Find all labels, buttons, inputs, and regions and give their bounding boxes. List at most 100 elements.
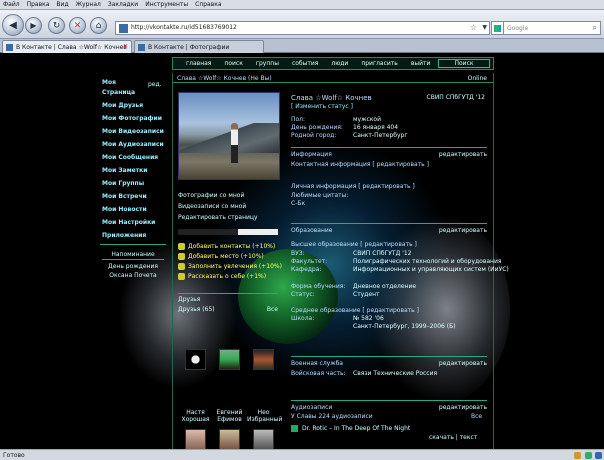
edit-info-link[interactable]: редактировать: [439, 151, 487, 158]
edit-education-link[interactable]: редактировать: [439, 227, 487, 234]
photo-mountains: [179, 123, 279, 153]
addon-icon[interactable]: [574, 452, 581, 459]
bookmark-star-icon[interactable]: ☆: [470, 23, 477, 32]
audio-all-link[interactable]: Все: [471, 413, 482, 420]
friend-name[interactable]: Нео Избранный: [247, 409, 282, 423]
contact-info-row[interactable]: Контактная информация [ редактировать ]: [291, 161, 429, 168]
friends-count[interactable]: Друзья (65): [178, 306, 215, 313]
higher-education-row[interactable]: Высшее образование [ редактировать ]: [291, 241, 417, 248]
audio-track-links[interactable]: скачать | текст: [429, 434, 477, 441]
status-bar: Готово: [0, 449, 604, 460]
sidebar-item-events[interactable]: Мои Встречи: [102, 192, 166, 202]
sidebar-item-my-page[interactable]: Моя Страница: [102, 78, 142, 98]
sidebar-item-apps[interactable]: Приложения: [102, 231, 166, 241]
tab-profile-title: В Контакте | Слава ☆Wolf☆ Кочнев: [16, 43, 127, 51]
menu-bookmarks[interactable]: Закладки: [108, 1, 138, 8]
nav-logout[interactable]: выйти: [411, 60, 431, 67]
reminder-text[interactable]: День рождения Оксана Почета: [102, 262, 164, 280]
rating-progress-bar: [178, 229, 278, 235]
sidebar-item-groups[interactable]: Мои Группы: [102, 179, 166, 189]
play-icon[interactable]: [291, 425, 298, 432]
friends-all-link[interactable]: Все: [267, 306, 278, 313]
search-input[interactable]: Google ⌕: [503, 21, 601, 35]
sidebar-item-settings[interactable]: Мои Настройки: [102, 218, 166, 228]
sidebar-item-messages[interactable]: Мои Сообщения: [102, 153, 166, 163]
videos-with-me-link[interactable]: Видеозаписи со мной: [178, 203, 246, 210]
breadcrumb: Слава ☆Wolf☆ Кочнев (Не Вы): [177, 75, 272, 82]
back-arrow-icon: ◀: [9, 19, 17, 31]
nav-groups[interactable]: группы: [256, 60, 279, 67]
tab-photos[interactable]: В Контакте | Фотографии: [134, 40, 264, 53]
sidebar-item-friends[interactable]: Мои Друзья: [102, 101, 166, 111]
addon-icon[interactable]: [585, 452, 592, 459]
tab-profile[interactable]: В Контакте | Слава ☆Wolf☆ Кочнев ✕: [2, 40, 132, 53]
sidebar-item-photos[interactable]: Мои Фотографии: [102, 114, 166, 124]
site-favicon: [119, 24, 128, 33]
nav-events[interactable]: события: [292, 60, 318, 67]
education-section-header: Образование редактировать: [291, 223, 487, 234]
search-placeholder: Google: [507, 25, 529, 32]
menu-view[interactable]: Вид: [56, 1, 68, 8]
audio-count[interactable]: У Славы 224 аудиозаписи: [291, 413, 373, 420]
site-search-button[interactable]: Поиск: [438, 59, 490, 68]
tab-bar: В Контакте | Слава ☆Wolf☆ Кочнев ✕ В Кон…: [0, 39, 604, 53]
stop-button[interactable]: ✕: [69, 17, 86, 34]
nav-home[interactable]: главная: [186, 60, 211, 67]
friend-avatar[interactable]: [219, 429, 240, 449]
edit-audio-link[interactable]: редактировать: [439, 404, 487, 411]
menu-edit[interactable]: Правка: [27, 1, 50, 8]
audio-track-title: Dr. Rotic – In The Deep Of The Night: [302, 425, 411, 432]
web-page: главная поиск группы события люди пригла…: [0, 54, 604, 449]
menu-history[interactable]: Журнал: [76, 1, 101, 8]
nav-people[interactable]: люди: [331, 60, 348, 67]
plus-icon: [178, 273, 185, 280]
friend-avatar[interactable]: [219, 349, 240, 370]
reload-button[interactable]: ↻: [48, 17, 65, 34]
school-header[interactable]: Среднее образование [ редактировать ]: [291, 307, 419, 314]
back-button[interactable]: ◀: [2, 14, 24, 36]
edit-page-link[interactable]: Редактировать страницу: [178, 214, 258, 221]
photos-with-me-link[interactable]: Фотографии со мной: [178, 192, 244, 199]
tab-favicon: [138, 43, 145, 51]
friend-avatar[interactable]: [185, 429, 206, 449]
rating-item[interactable]: Добавить место (+10%): [178, 253, 264, 260]
friend-avatar[interactable]: [185, 349, 206, 370]
addon-icon[interactable]: [595, 452, 602, 459]
friend-name[interactable]: Настя Хорошая: [179, 409, 212, 423]
friend-avatar[interactable]: [253, 429, 274, 449]
forward-button[interactable]: ▶: [25, 17, 42, 34]
sidebar-edit-link[interactable]: ред.: [148, 81, 162, 88]
nav-search[interactable]: поиск: [224, 60, 242, 67]
rating-item[interactable]: Добавить контакты (+10%): [178, 243, 275, 250]
military-section-header: Военная служба редактировать: [291, 356, 487, 367]
edit-military-link[interactable]: редактировать: [439, 360, 487, 367]
url-dropdown-icon[interactable]: ▼: [482, 24, 487, 31]
sidebar-item-news[interactable]: Мои Новости: [102, 205, 166, 215]
rating-item[interactable]: Рассказать о себе (+1%): [178, 273, 266, 280]
sidebar-item-notes[interactable]: Мои Заметки: [102, 166, 166, 176]
menu-tools[interactable]: Инструменты: [145, 1, 188, 8]
online-status: Online: [467, 75, 487, 82]
menu-help[interactable]: Справка: [195, 1, 221, 8]
home-button[interactable]: ⌂: [90, 17, 107, 34]
plus-icon: [178, 243, 185, 250]
search-icon[interactable]: ⌕: [593, 23, 597, 33]
friend-name[interactable]: Евгений Ефимов: [213, 409, 246, 423]
rating-item[interactable]: Заполнить увлечения (+10%): [178, 263, 282, 270]
search-engine-icon[interactable]: [491, 21, 503, 35]
reminder-title: Напоминание: [102, 250, 164, 260]
friends-title: Друзья: [178, 296, 201, 303]
profile-name: Слава ☆Wolf☆ Кочнев: [291, 94, 372, 102]
address-bar[interactable]: http://vkontakte.ru/id51683769012 ☆ ▼: [115, 21, 490, 35]
personal-info-row[interactable]: Личная информация [ редактировать ]: [291, 183, 415, 190]
sidebar-item-audio[interactable]: Мои Аудиозаписи: [102, 140, 166, 150]
friend-avatar[interactable]: [253, 349, 274, 370]
change-status-link[interactable]: [ Изменить статус ]: [291, 103, 353, 110]
nav-invite[interactable]: пригласить: [361, 60, 398, 67]
close-tab-icon[interactable]: ✕: [123, 43, 128, 50]
stop-icon: ✕: [73, 20, 82, 31]
university-label[interactable]: СВИП СПбГУТД '12: [427, 94, 485, 101]
profile-photo[interactable]: [178, 92, 280, 180]
sidebar-item-videos[interactable]: Мои Видеозаписи: [102, 127, 166, 137]
menu-file[interactable]: Файл: [3, 1, 20, 8]
